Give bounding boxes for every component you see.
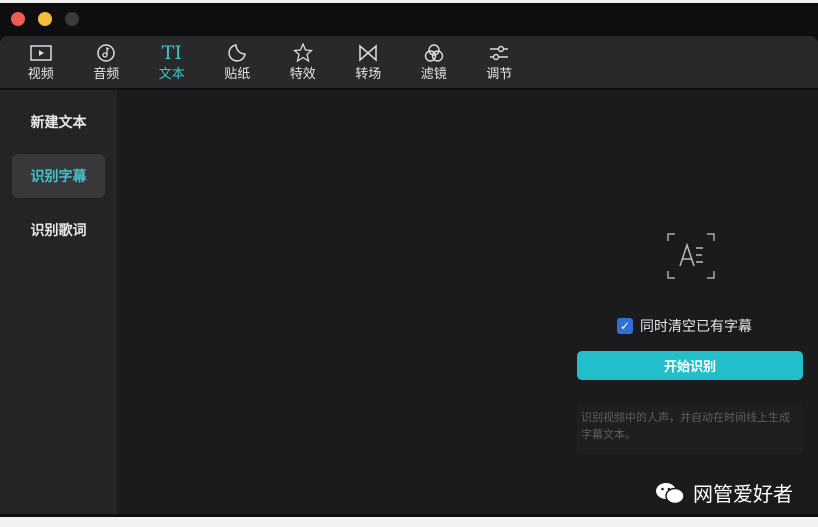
checkbox-label: 同时清空已有字幕: [640, 319, 752, 335]
tab-text[interactable]: TI 文本: [139, 36, 205, 88]
start-recognition-button[interactable]: 开始识别: [577, 351, 803, 380]
tab-label: 特效: [289, 67, 316, 82]
tab-sticker[interactable]: 贴纸: [205, 36, 271, 88]
sidebar-item-recognize-lyrics[interactable]: 识别歌词: [12, 208, 105, 252]
watermark: 网管爱好者: [655, 478, 793, 507]
tab-label: 转场: [355, 67, 382, 82]
video-icon: [30, 43, 52, 63]
tab-video[interactable]: 视频: [8, 36, 74, 88]
filter-icon: [424, 43, 444, 63]
sidebar-item-recognize-subtitles[interactable]: 识别字幕: [12, 154, 105, 198]
music-icon: [96, 43, 116, 63]
tab-label: 调节: [486, 67, 513, 82]
toolbar: 视频 音频 TI 文本 贴纸 特效 转场 滤镜 调节: [0, 36, 818, 88]
zoom-button[interactable]: [65, 12, 79, 26]
tab-label: 贴纸: [224, 67, 251, 82]
wechat-icon: [656, 482, 685, 504]
text-icon: TI: [161, 42, 182, 64]
watermark-text: 网管爱好者: [693, 482, 793, 506]
checkmark-icon[interactable]: ✓: [617, 318, 633, 334]
close-button[interactable]: [11, 12, 25, 26]
sidebar: 新建文本 识别字幕 识别歌词: [0, 89, 117, 514]
minimize-button[interactable]: [38, 12, 52, 26]
tab-label: 音频: [93, 67, 120, 82]
transition-icon: [358, 43, 378, 63]
text-recognition-icon: [667, 233, 715, 279]
sticker-icon: [227, 43, 247, 63]
tab-transition[interactable]: 转场: [336, 36, 402, 88]
tab-label: 视频: [27, 67, 54, 82]
tab-effects[interactable]: 特效: [270, 36, 336, 88]
adjust-icon: [489, 43, 509, 63]
main-panel: ✓ 同时清空已有字幕 开始识别 识别视频中的人声，并自动在时间线上生成字幕文本。: [117, 89, 818, 514]
clear-existing-subtitles-checkbox[interactable]: ✓ 同时清空已有字幕: [617, 316, 752, 336]
tab-label: 文本: [158, 67, 185, 82]
effects-icon: [292, 43, 313, 63]
tab-filter[interactable]: 滤镜: [401, 36, 467, 88]
tab-adjust[interactable]: 调节: [467, 36, 533, 88]
tab-label: 滤镜: [420, 67, 447, 82]
sidebar-item-new-text[interactable]: 新建文本: [12, 100, 105, 144]
tab-audio[interactable]: 音频: [74, 36, 140, 88]
description-text: 识别视频中的人声，并自动在时间线上生成字幕文本。: [577, 404, 803, 454]
